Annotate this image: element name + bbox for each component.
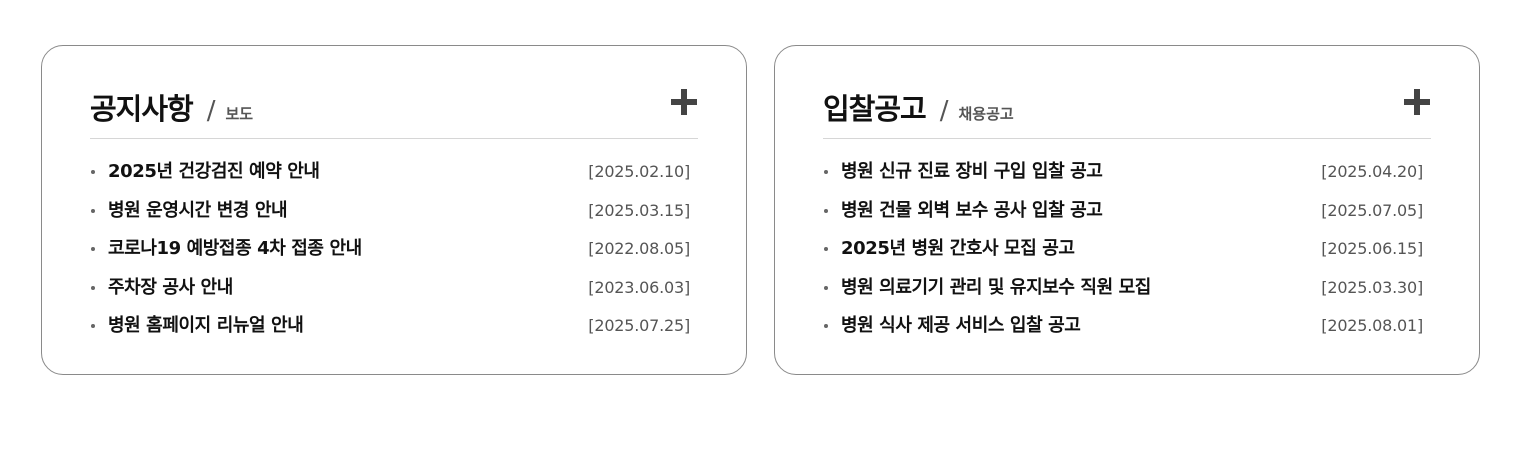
list-item[interactable]: 병원 홈페이지 리뉴얼 안내 [2025.07.25]	[90, 313, 690, 352]
list-item-title[interactable]: 2025년 건강검진 예약 안내	[108, 159, 320, 185]
bid-tab-title[interactable]: 입찰공고	[823, 86, 927, 128]
notice-panel: 공지사항 / 보도 2025년 건강검진 예약 안내 [2025.02.10] …	[41, 45, 747, 375]
plus-icon	[671, 89, 697, 115]
list-item[interactable]: 주차장 공사 안내 [2023.06.03]	[90, 275, 690, 314]
bullet-dot-icon	[824, 170, 828, 174]
list-item[interactable]: 병원 운영시간 변경 안내 [2025.03.15]	[90, 198, 690, 237]
bid-list: 병원 신규 진료 장비 구입 입찰 공고 [2025.04.20] 병원 건물 …	[823, 159, 1423, 352]
list-item-title[interactable]: 코로나19 예방접종 4차 접종 안내	[108, 236, 362, 262]
bullet-dot-icon	[91, 170, 95, 174]
list-item-title[interactable]: 병원 건물 외벽 보수 공사 입찰 공고	[841, 198, 1103, 224]
title-separator: /	[206, 96, 216, 126]
list-item-date: [2025.04.20]	[1321, 162, 1423, 181]
list-item[interactable]: 병원 건물 외벽 보수 공사 입찰 공고 [2025.07.05]	[823, 198, 1423, 237]
board-section: 공지사항 / 보도 2025년 건강검진 예약 안내 [2025.02.10] …	[0, 0, 1521, 462]
bullet-dot-icon	[91, 324, 95, 328]
list-item-date: [2025.07.25]	[588, 316, 690, 335]
list-item-date: [2025.02.10]	[588, 162, 690, 181]
list-item-date: [2025.08.01]	[1321, 316, 1423, 335]
recruit-tab-title[interactable]: 채용공고	[959, 103, 1014, 124]
bullet-dot-icon	[824, 208, 828, 213]
notice-more-button[interactable]	[670, 88, 698, 116]
bullet-dot-icon	[91, 285, 95, 290]
list-item-date: [2022.08.05]	[588, 239, 690, 258]
notice-panel-header: 공지사항 / 보도	[90, 86, 698, 139]
bid-panel-title: 입찰공고 / 채용공고	[823, 86, 1014, 128]
list-item[interactable]: 병원 식사 제공 서비스 입찰 공고 [2025.08.01]	[823, 313, 1423, 352]
list-item-date: [2023.06.03]	[588, 277, 690, 297]
bullet-dot-icon	[824, 324, 828, 328]
list-item-date: [2025.07.05]	[1321, 200, 1423, 220]
bid-panel: 입찰공고 / 채용공고 병원 신규 진료 장비 구입 입찰 공고 [2025.0…	[774, 45, 1480, 375]
list-item[interactable]: 병원 신규 진료 장비 구입 입찰 공고 [2025.04.20]	[823, 159, 1423, 198]
press-tab-title[interactable]: 보도	[226, 103, 254, 124]
list-item-date: [2025.03.15]	[588, 200, 690, 220]
list-item[interactable]: 코로나19 예방접종 4차 접종 안내 [2022.08.05]	[90, 236, 690, 275]
list-item[interactable]: 병원 의료기기 관리 및 유지보수 직원 모집 [2025.03.30]	[823, 275, 1423, 314]
title-separator: /	[939, 96, 949, 126]
list-item-title[interactable]: 병원 의료기기 관리 및 유지보수 직원 모집	[841, 275, 1151, 301]
list-item-title[interactable]: 병원 홈페이지 리뉴얼 안내	[108, 313, 304, 339]
bullet-dot-icon	[824, 285, 828, 290]
list-item-date: [2025.06.15]	[1321, 239, 1423, 258]
bullet-dot-icon	[91, 208, 95, 213]
list-item-title[interactable]: 병원 식사 제공 서비스 입찰 공고	[841, 313, 1081, 339]
bullet-dot-icon	[824, 247, 828, 251]
notice-panel-title: 공지사항 / 보도	[90, 86, 253, 128]
bullet-dot-icon	[91, 247, 95, 251]
notice-list: 2025년 건강검진 예약 안내 [2025.02.10] 병원 운영시간 변경…	[90, 159, 690, 352]
list-item-title[interactable]: 병원 신규 진료 장비 구입 입찰 공고	[841, 159, 1103, 185]
list-item-title[interactable]: 병원 운영시간 변경 안내	[108, 198, 288, 224]
list-item-date: [2025.03.30]	[1321, 277, 1423, 297]
list-item-title[interactable]: 주차장 공사 안내	[108, 275, 233, 301]
bid-panel-header: 입찰공고 / 채용공고	[823, 86, 1431, 139]
plus-icon	[1404, 89, 1430, 115]
list-item[interactable]: 2025년 병원 간호사 모집 공고 [2025.06.15]	[823, 236, 1423, 275]
list-item[interactable]: 2025년 건강검진 예약 안내 [2025.02.10]	[90, 159, 690, 198]
bid-more-button[interactable]	[1403, 88, 1431, 116]
list-item-title[interactable]: 2025년 병원 간호사 모집 공고	[841, 236, 1075, 262]
notice-tab-title[interactable]: 공지사항	[90, 86, 194, 128]
